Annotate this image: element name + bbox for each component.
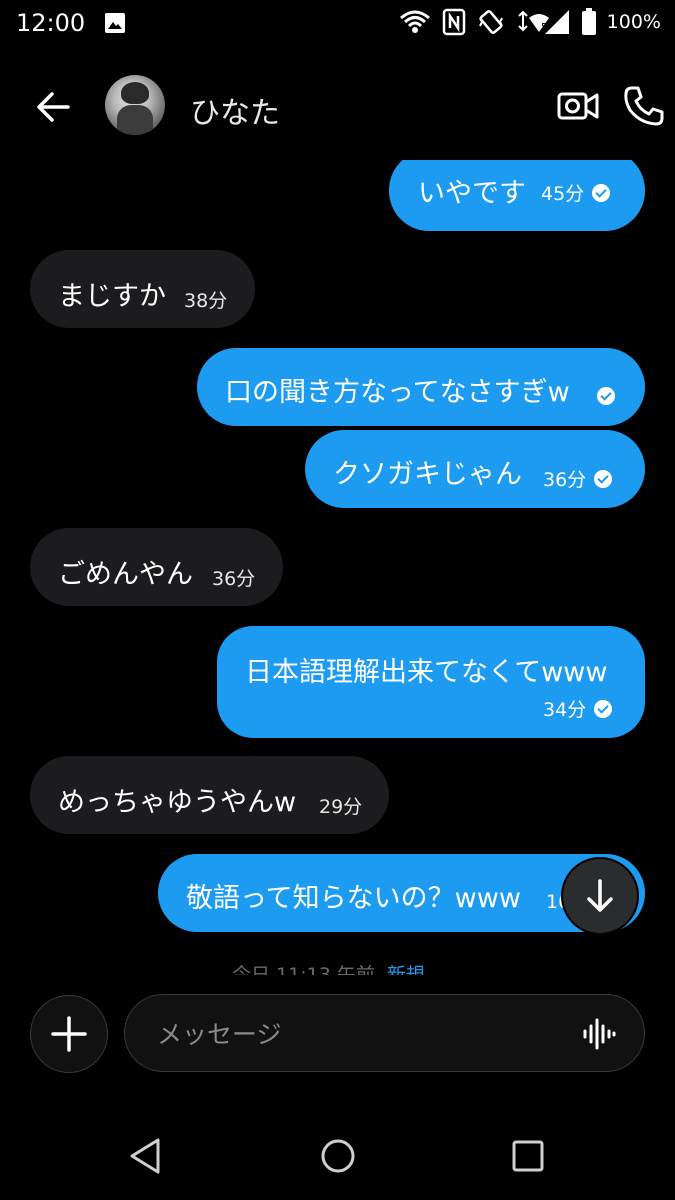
battery-icon (581, 8, 596, 35)
avatar-hair (121, 82, 149, 104)
message-bubble-incoming[interactable]: ごめんやん 36分 (30, 528, 283, 606)
video-camera-icon[interactable] (556, 86, 600, 126)
message-input[interactable] (155, 1013, 559, 1055)
new-label: 新規 (386, 964, 425, 975)
add-attachment-button[interactable] (30, 995, 108, 1073)
vibrate-icon (478, 10, 503, 34)
nav-home-icon[interactable] (318, 1136, 358, 1176)
message-bubble-outgoing[interactable]: クソガキじゃん 36分 (305, 430, 645, 508)
message-time: 34分 (543, 699, 587, 721)
status-time: 12:00 (16, 9, 86, 37)
system-nav-bar (0, 1110, 675, 1200)
message-text: 日本語理解出来てなくてwww (245, 657, 608, 688)
status-icons: 5 100% (399, 8, 661, 36)
read-check-icon (597, 387, 615, 405)
message-time: 36分 (212, 568, 256, 590)
status-bar: 12:00 5 100% (0, 0, 675, 48)
message-bubble-outgoing[interactable]: 口の聞き方なってなさすぎw (197, 348, 645, 426)
nav-recents-icon[interactable] (510, 1138, 546, 1174)
battery-percent: 100% (606, 11, 661, 33)
contact-name[interactable]: ひなた (190, 88, 280, 132)
arrow-down-icon (587, 879, 613, 912)
message-meta: 38分 (184, 286, 227, 313)
message-meta: 45分 (541, 179, 611, 206)
voice-waveform-icon[interactable] (582, 1017, 616, 1051)
message-meta (597, 387, 615, 405)
wifi-icon (399, 10, 430, 33)
scroll-to-bottom-button[interactable] (563, 859, 637, 933)
date-separator: 今日 11:13 午前 新規 (232, 960, 425, 975)
message-time: 36分 (543, 469, 587, 491)
signal-icon: 5 (517, 10, 569, 34)
photo-icon (105, 13, 125, 33)
message-text: まじすか (58, 281, 166, 312)
message-time: 45分 (541, 183, 585, 205)
message-bubble-incoming[interactable]: めっちゃゆうやんw 29分 (30, 756, 389, 834)
read-check-icon (594, 699, 613, 718)
message-text: ごめんやん (58, 559, 193, 590)
chat-header: ひなた (0, 58, 675, 154)
message-meta: 36分 (212, 564, 255, 591)
avatar-body (117, 105, 153, 135)
back-arrow-icon[interactable] (30, 84, 76, 130)
plus-icon (51, 1016, 87, 1052)
read-check-icon (592, 183, 611, 202)
message-text: いやです (418, 178, 526, 209)
message-list[interactable]: いやです 45分 まじすか 38分 口の聞き方なってなさすぎw クソガキじゃん … (0, 160, 675, 975)
svg-text:5: 5 (541, 22, 547, 33)
nav-back-icon[interactable] (126, 1136, 166, 1176)
message-meta: 34分 (543, 695, 613, 722)
message-text: クソガキじゃん (333, 459, 522, 490)
read-check-icon (594, 469, 613, 488)
message-text: 敬語って知らないの？www (186, 883, 521, 914)
message-text: めっちゃゆうやんw (58, 787, 297, 818)
message-meta: 36分 (543, 465, 613, 492)
message-time: 38分 (184, 290, 228, 312)
message-text: 口の聞き方なってなさすぎw (225, 377, 570, 408)
message-meta: 29分 (319, 792, 362, 819)
nfc-icon (442, 8, 465, 36)
message-input-container (124, 994, 645, 1072)
message-time: 29分 (319, 796, 363, 818)
phone-icon[interactable] (622, 84, 666, 128)
message-bubble-outgoing[interactable]: 日本語理解出来てなくてwww 34分 (217, 626, 645, 738)
avatar[interactable] (105, 75, 165, 135)
message-bubble-outgoing[interactable]: いやです 45分 (389, 160, 645, 231)
message-bubble-incoming[interactable]: まじすか 38分 (30, 250, 255, 328)
date-separator-text: 今日 11:13 午前 (232, 964, 375, 975)
